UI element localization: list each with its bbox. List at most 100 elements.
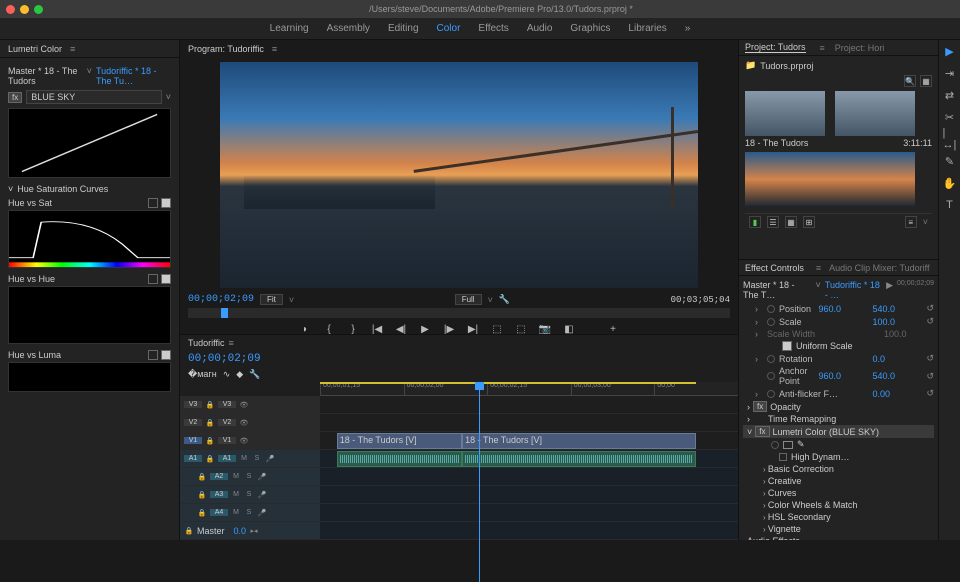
new-bin-icon[interactable]: ▦: [920, 75, 932, 87]
program-scrubber[interactable]: [188, 308, 730, 318]
pen-mask-icon[interactable]: ✎: [797, 439, 805, 450]
curve-toggle-checkbox[interactable]: [161, 198, 171, 208]
wrench-icon[interactable]: 🔧: [499, 294, 510, 305]
reset-icon[interactable]: ↺: [926, 371, 934, 382]
track-header-a2[interactable]: 🔒A2MS🎤: [180, 468, 320, 486]
workspace-assembly[interactable]: Assembly: [327, 23, 370, 34]
lock-icon[interactable]: 🔒: [205, 436, 215, 446]
audio-effects-section[interactable]: Audio Effects: [743, 535, 934, 540]
keyframe-toggle[interactable]: [767, 355, 775, 363]
color-wheels-item[interactable]: › Color Wheels & Match: [743, 499, 934, 511]
zoom-fit-dropdown[interactable]: Fit: [260, 294, 283, 305]
curve-toggle-checkbox[interactable]: [161, 350, 171, 360]
settings-icon[interactable]: 🔧: [249, 369, 260, 380]
reset-icon[interactable]: ↺: [926, 353, 934, 364]
reset-icon[interactable]: ↺: [926, 388, 934, 399]
bin-icon[interactable]: 📁: [745, 60, 756, 71]
track-header-v2[interactable]: V2🔒V2👁: [180, 414, 320, 432]
lumetri-preset-dropdown[interactable]: BLUE SKY: [26, 90, 162, 104]
timeline-playhead[interactable]: [479, 382, 480, 582]
project-tab-2[interactable]: Project: Hori: [835, 43, 885, 53]
eyedropper-icon[interactable]: [148, 198, 158, 208]
hue-vs-luma-curve[interactable]: [8, 362, 171, 392]
workspace-learning[interactable]: Learning: [270, 23, 309, 34]
panel-menu-icon[interactable]: ≡: [272, 44, 277, 54]
clip-thumbnail[interactable]: [745, 91, 825, 136]
timeline-toggle-icon[interactable]: ▶: [886, 280, 893, 300]
video-clip[interactable]: 18 - The Tudors [V]: [462, 433, 696, 449]
close-window-button[interactable]: [6, 5, 15, 14]
program-timecode[interactable]: 00;00;02;09: [188, 294, 254, 305]
workspace-color[interactable]: Color: [437, 23, 461, 34]
slip-tool-icon[interactable]: |↔|: [943, 132, 957, 146]
type-tool-icon[interactable]: T: [943, 198, 957, 212]
basic-correction-item[interactable]: › Basic Correction: [743, 463, 934, 475]
keyframe-toggle[interactable]: [767, 372, 775, 380]
time-remapping-section[interactable]: ›Time Remapping: [743, 413, 934, 425]
lock-icon[interactable]: 🔒: [205, 400, 215, 410]
sequence-thumbnail[interactable]: [745, 152, 915, 207]
track-header-a4[interactable]: 🔒A4MS🎤: [180, 504, 320, 522]
keyframe-toggle[interactable]: [767, 318, 775, 326]
audio-mixer-tab[interactable]: Audio Clip Mixer: Tudoriff: [829, 263, 929, 273]
ellipse-mask-icon[interactable]: [771, 441, 779, 449]
track-header-v3[interactable]: V3🔒V3👁: [180, 396, 320, 414]
razor-tool-icon[interactable]: ✂: [943, 110, 957, 124]
snap-icon[interactable]: �магн: [188, 369, 217, 380]
curve-toggle-checkbox[interactable]: [161, 274, 171, 284]
workspace-audio[interactable]: Audio: [527, 23, 553, 34]
rect-mask-icon[interactable]: [783, 441, 793, 449]
track-header-master[interactable]: 🔒Master0.0▸◂: [180, 522, 320, 540]
work-area-bar[interactable]: [320, 382, 696, 384]
resolution-dropdown[interactable]: Full: [455, 294, 482, 305]
program-tab[interactable]: Program: Tudoriffic: [188, 44, 264, 54]
marker-icon[interactable]: ◆: [236, 369, 243, 380]
keyframe-toggle[interactable]: [767, 390, 775, 398]
pen-tool-icon[interactable]: ✎: [943, 154, 957, 168]
hdr-checkbox[interactable]: [779, 453, 787, 461]
video-clip[interactable]: 18 - The Tudors [V]: [337, 433, 462, 449]
ripple-edit-tool-icon[interactable]: ⇄: [943, 88, 957, 102]
playhead-icon[interactable]: [221, 308, 228, 318]
workspace-editing[interactable]: Editing: [388, 23, 419, 34]
sort-icon[interactable]: ≡: [905, 216, 917, 228]
audio-clip[interactable]: [462, 451, 696, 467]
timeline-tab[interactable]: Tudoriffic: [188, 338, 225, 348]
panel-menu-icon[interactable]: ≡: [70, 44, 75, 54]
freeform-view-icon[interactable]: ⊞: [803, 216, 815, 228]
track-header-a3[interactable]: 🔒A3MS🎤: [180, 486, 320, 504]
list-view-icon[interactable]: ☰: [767, 216, 779, 228]
track-header-v1[interactable]: V1🔒V1👁: [180, 432, 320, 450]
opacity-section[interactable]: ›fxOpacity: [743, 400, 934, 413]
lumetri-tab[interactable]: Lumetri Color ≡: [0, 40, 179, 58]
keyframe-toggle[interactable]: [767, 305, 775, 313]
track-header-a1[interactable]: A1🔒A1MS🎤: [180, 450, 320, 468]
icon-view-icon[interactable]: ▦: [785, 216, 797, 228]
rgb-curve[interactable]: [8, 108, 171, 178]
eyedropper-icon[interactable]: [148, 350, 158, 360]
eyedropper-icon[interactable]: [148, 274, 158, 284]
audio-clip[interactable]: [337, 451, 462, 467]
track-select-tool-icon[interactable]: ⇥: [943, 66, 957, 80]
fx-badge[interactable]: fx: [8, 92, 22, 103]
vignette-item[interactable]: › Vignette: [743, 523, 934, 535]
hsl-secondary-item[interactable]: › HSL Secondary: [743, 511, 934, 523]
project-tab[interactable]: Project: Tudors: [745, 42, 806, 53]
hue-vs-sat-curve[interactable]: [8, 210, 171, 268]
creative-item[interactable]: › Creative: [743, 475, 934, 487]
hue-vs-hue-curve[interactable]: [8, 286, 171, 344]
timeline-ruler[interactable]: 00;00;01;15 00;00;02;00 00;00;02;15 00;0…: [320, 382, 738, 396]
minimize-window-button[interactable]: [20, 5, 29, 14]
lumetri-fx-section[interactable]: ˅fxLumetri Color (BLUE SKY): [743, 425, 934, 438]
clip-thumbnail[interactable]: [835, 91, 915, 136]
curves-item[interactable]: › Curves: [743, 487, 934, 499]
program-preview[interactable]: [220, 62, 698, 288]
uniform-scale-checkbox[interactable]: ✓: [782, 341, 792, 351]
reset-icon[interactable]: ↺: [926, 316, 934, 327]
maximize-window-button[interactable]: [34, 5, 43, 14]
selection-tool-icon[interactable]: ▶: [943, 44, 957, 58]
timeline-timecode[interactable]: 00;00;02;09: [180, 351, 738, 367]
linked-selection-icon[interactable]: ∿: [223, 369, 231, 380]
reset-icon[interactable]: ↺: [926, 303, 934, 314]
effect-controls-tab[interactable]: Effect Controls: [745, 263, 804, 273]
